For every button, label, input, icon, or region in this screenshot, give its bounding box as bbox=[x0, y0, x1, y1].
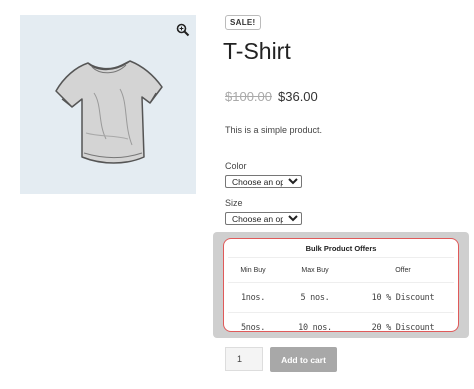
max-buy-header: Max Buy bbox=[278, 257, 352, 283]
product-description: This is a simple product. bbox=[225, 125, 323, 135]
min-buy-cell: 5nos. bbox=[240, 322, 266, 333]
zoom-icon[interactable] bbox=[176, 23, 190, 37]
color-select[interactable]: Choose an option bbox=[225, 175, 302, 188]
min-buy-header: Min Buy bbox=[228, 257, 278, 283]
price: $100.00 $36.00 bbox=[225, 89, 318, 104]
min-buy-cell: 1nos. bbox=[228, 282, 278, 313]
bulk-offers-box: Bulk Product Offers Min Buy Max Buy Offe… bbox=[223, 238, 459, 333]
size-select[interactable]: Choose an option bbox=[225, 212, 302, 225]
bulk-offers-panel: Bulk Product Offers Min Buy Max Buy Offe… bbox=[213, 232, 469, 338]
old-price: $100.00 bbox=[225, 89, 272, 104]
tshirt-image bbox=[55, 60, 163, 164]
quantity-input[interactable] bbox=[225, 347, 263, 371]
max-buy-cell: 10 nos. bbox=[298, 322, 332, 333]
offer-cell: 10 % Discount bbox=[352, 282, 454, 313]
table-row: 1nos. 5 nos. 10 % Discount bbox=[228, 282, 454, 313]
sale-price: $36.00 bbox=[278, 89, 318, 104]
sale-badge: SALE! bbox=[225, 15, 261, 30]
size-label: Size bbox=[225, 198, 243, 208]
table-row: 5nos. 10 nos. 20 % Discount bbox=[228, 313, 454, 343]
offer-header: Offer bbox=[352, 257, 454, 283]
product-gallery[interactable] bbox=[20, 15, 196, 194]
max-buy-cell: 5 nos. bbox=[278, 282, 352, 313]
bulk-offers-table: Min Buy Max Buy Offer 1nos. 5 nos. 10 % … bbox=[228, 257, 454, 342]
table-header-row: Min Buy Max Buy Offer bbox=[228, 257, 454, 283]
offer-cell: 20 % Discount bbox=[371, 322, 435, 333]
color-label: Color bbox=[225, 161, 247, 171]
product-title: T-Shirt bbox=[223, 38, 291, 64]
add-to-cart-button[interactable]: Add to cart bbox=[270, 347, 337, 372]
bulk-offers-title: Bulk Product Offers bbox=[305, 244, 377, 253]
